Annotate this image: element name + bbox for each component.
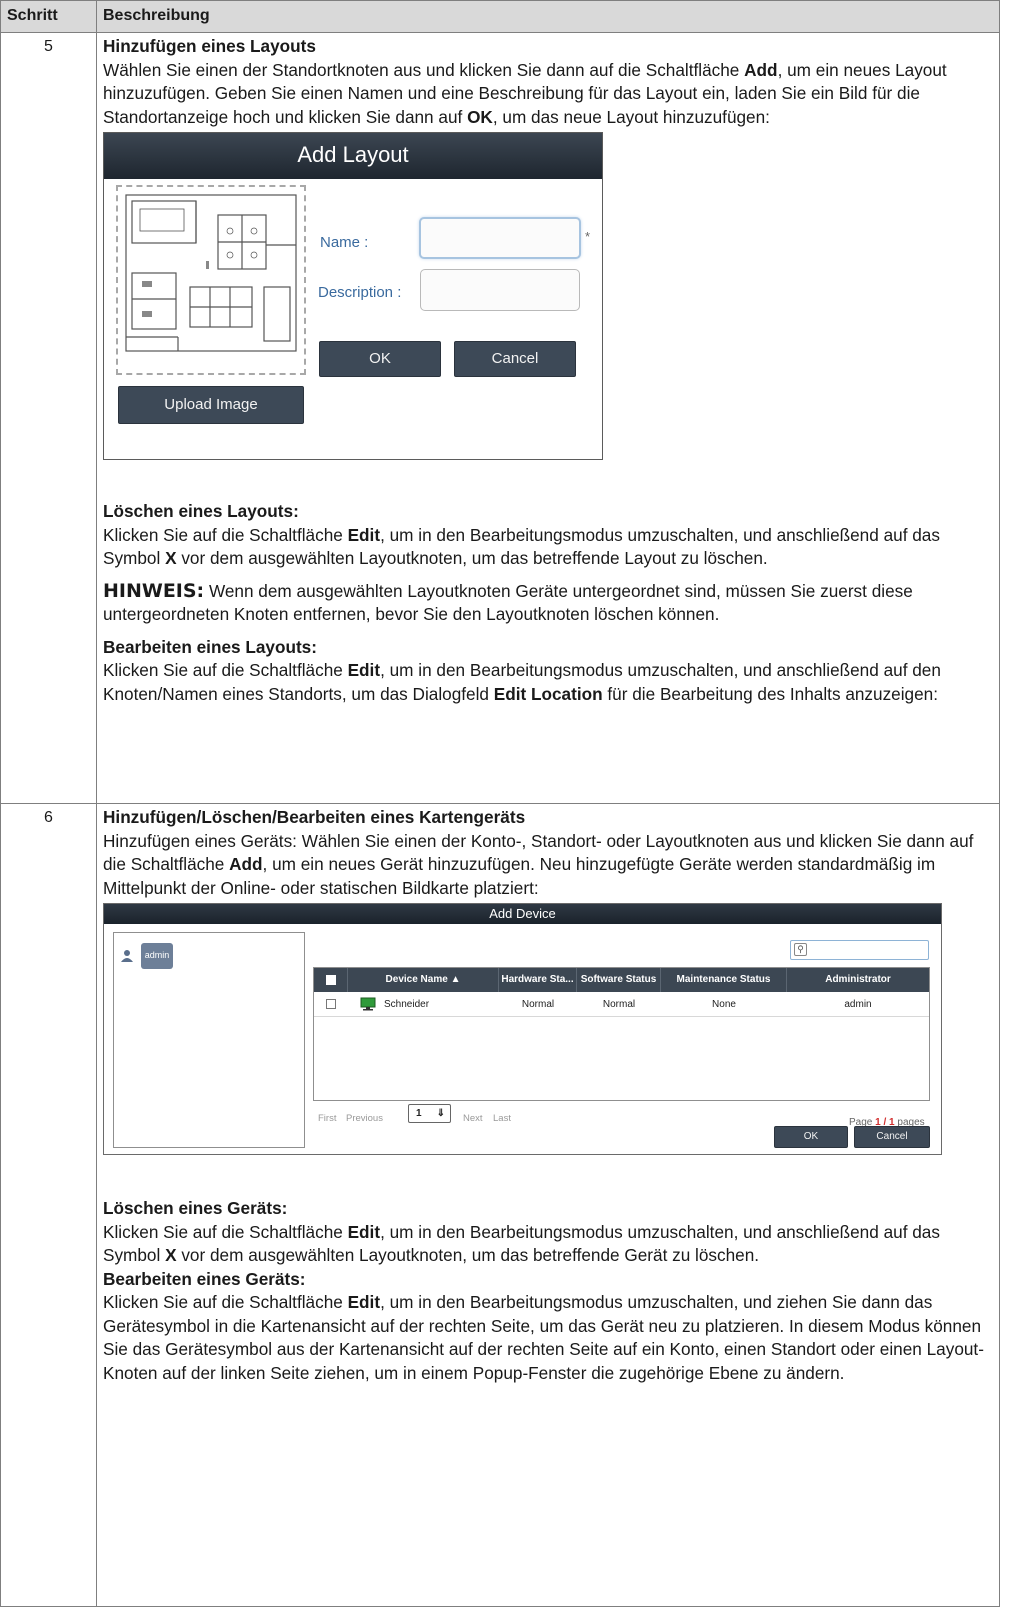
- dialog-title: Add Device: [104, 904, 941, 924]
- edit-heading: Bearbeiten eines Layouts:: [103, 636, 317, 657]
- ok-button[interactable]: OK: [774, 1126, 848, 1148]
- dialog-title: Add Layout: [104, 133, 602, 179]
- step-row-5: 5 Hinzufügen eines Layouts Wählen Sie ei…: [0, 32, 1000, 804]
- step-intro: Hinzufügen eines Geräts: Wählen Sie eine…: [103, 830, 974, 898]
- procedure-table: Schritt Beschreibung 5 Hinzufügen eines …: [0, 0, 1000, 1607]
- column-header[interactable]: Administrator: [787, 968, 929, 992]
- edit-text: Klicken Sie auf die Schaltfläche Edit, u…: [103, 660, 941, 704]
- next-page-link[interactable]: Next: [463, 1107, 483, 1131]
- select-all-checkbox[interactable]: [326, 975, 336, 985]
- column-header[interactable]: Device Name ▲: [348, 968, 499, 992]
- step-heading: Hinzufügen/Löschen/Bearbeiten eines Kart…: [103, 807, 526, 827]
- search-icon: ⚲: [794, 943, 807, 956]
- step-description: Hinzufügen eines Layouts Wählen Sie eine…: [96, 32, 1000, 804]
- monitor-icon: [360, 997, 376, 1011]
- edit-heading: Bearbeiten eines Geräts:: [103, 1268, 306, 1289]
- add-layout-dialog: Add Layout Name: * Description: OK Can…: [103, 132, 603, 460]
- device-name: Schneider: [384, 999, 430, 1010]
- step-number: 5: [0, 32, 97, 804]
- chevron-down-icon: ⇓: [436, 1108, 445, 1119]
- row-checkbox[interactable]: [326, 999, 336, 1009]
- previous-page-link[interactable]: Previous: [346, 1107, 383, 1131]
- delete-heading: Löschen eines Geräts:: [103, 1198, 288, 1218]
- table-row[interactable]: Schneider Normal Normal None admin: [314, 992, 929, 1017]
- step-heading: Hinzufügen eines Layouts: [103, 36, 316, 56]
- delete-heading: Löschen eines Layouts:: [103, 501, 299, 521]
- first-page-link[interactable]: First: [318, 1107, 336, 1131]
- step-description: Hinzufügen/Löschen/Bearbeiten eines Kart…: [96, 803, 1000, 1607]
- search-input[interactable]: ⚲: [790, 940, 929, 960]
- user-icon: [121, 949, 133, 962]
- software-status: Normal: [602, 999, 636, 1010]
- step-intro: Wählen Sie einen der Standortknoten aus …: [103, 59, 947, 127]
- select-all-cell: [314, 968, 348, 992]
- page-select[interactable]: 1 ⇓: [408, 1104, 451, 1123]
- name-input[interactable]: [419, 217, 581, 259]
- edit-text: Klicken Sie auf die Schaltfläche Edit, u…: [103, 1292, 984, 1383]
- step-number: 6: [0, 803, 97, 1607]
- note: HINWEIS: Wenn dem ausgewählten Layoutkno…: [103, 579, 913, 625]
- upload-image-button[interactable]: Upload Image: [118, 386, 304, 424]
- required-mark: *: [585, 229, 591, 244]
- delete-text: Klicken Sie auf die Schaltfläche Edit, u…: [103, 524, 940, 569]
- column-header[interactable]: Hardware Sta...: [499, 968, 577, 992]
- grid-header: Device Name ▲ Hardware Sta... Software S…: [314, 968, 929, 992]
- header-step: Schritt: [0, 0, 97, 33]
- hardware-status: Normal: [521, 999, 555, 1010]
- tree-node-admin[interactable]: admin: [120, 943, 174, 969]
- maintenance-status: None: [712, 999, 736, 1010]
- last-page-link[interactable]: Last: [493, 1107, 511, 1131]
- column-header[interactable]: Software Status: [577, 968, 661, 992]
- name-label: Name :: [320, 234, 369, 251]
- floor-plan-preview: [116, 185, 306, 375]
- add-device-dialog: Add Device admin ⚲ Device Name ▲ Hardwar…: [103, 903, 942, 1155]
- step-row-6: 6 Hinzufügen/Löschen/Bearbeiten eines Ka…: [0, 803, 1000, 1607]
- tree-node-label: admin: [140, 943, 174, 969]
- table-header-row: Schritt Beschreibung: [0, 0, 1000, 33]
- description-label: Description :: [318, 284, 402, 301]
- header-description: Beschreibung: [96, 0, 1000, 33]
- cancel-button[interactable]: Cancel: [454, 341, 576, 377]
- administrator: admin: [844, 999, 872, 1010]
- ok-button[interactable]: OK: [319, 341, 441, 377]
- cancel-button[interactable]: Cancel: [854, 1126, 930, 1148]
- device-grid: Device Name ▲ Hardware Sta... Software S…: [313, 967, 930, 1101]
- account-tree: admin: [113, 932, 305, 1148]
- description-input[interactable]: [420, 269, 580, 311]
- column-header[interactable]: Maintenance Status: [661, 968, 787, 992]
- delete-text: Klicken Sie auf die Schaltfläche Edit, u…: [103, 1221, 940, 1266]
